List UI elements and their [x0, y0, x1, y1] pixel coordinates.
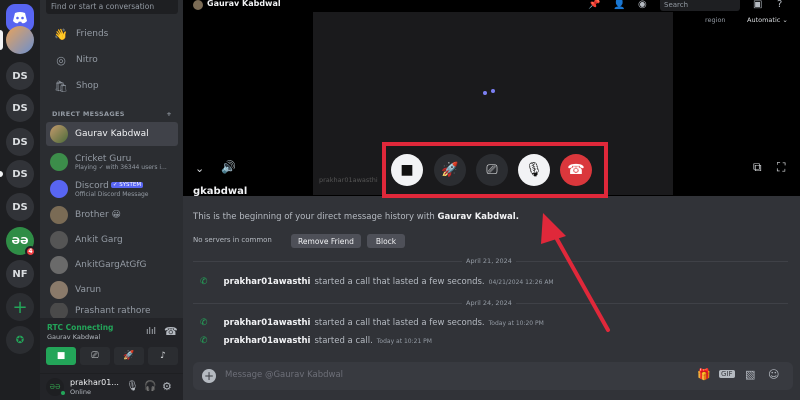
annotation-arrow [541, 213, 610, 332]
